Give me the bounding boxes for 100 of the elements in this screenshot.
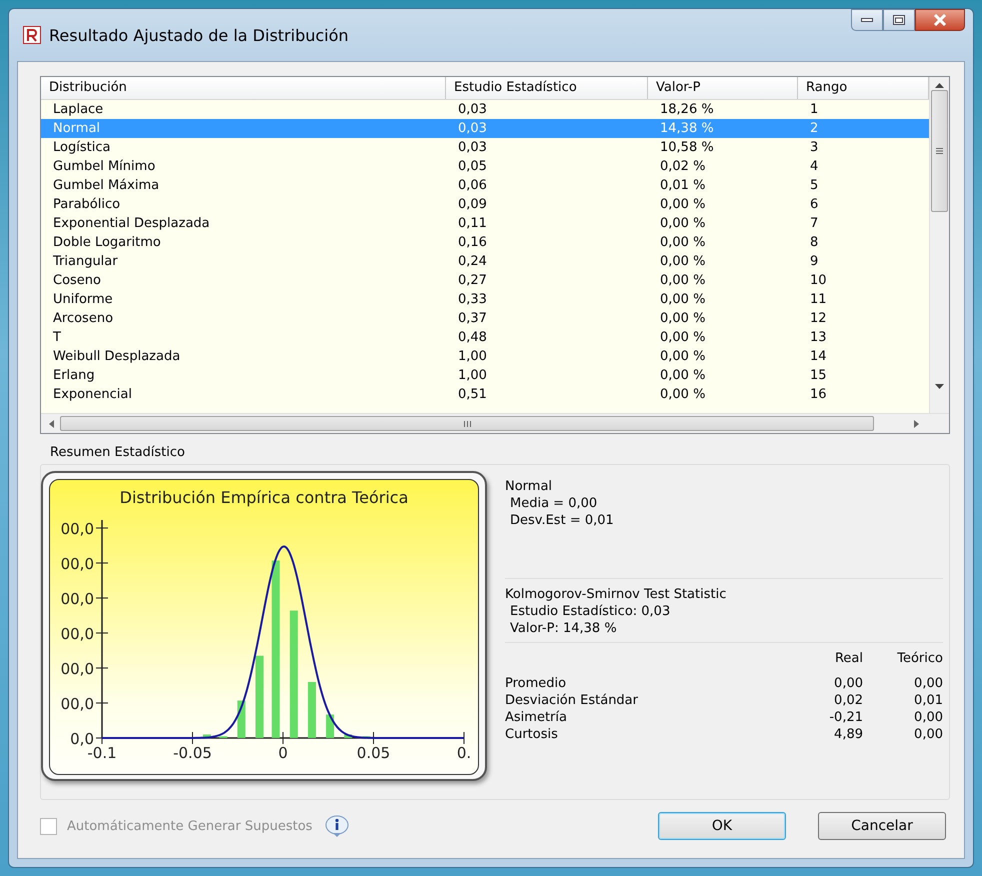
table-row[interactable]: Weibull Desplazada 1,00 0,00 % 14 <box>41 347 929 366</box>
maximize-icon <box>893 15 905 25</box>
table-cell-text: 3 <box>809 139 820 157</box>
column-header[interactable]: Distribución <box>41 77 446 99</box>
table-cell-text: 7 <box>809 215 820 233</box>
table-cell-text: 14 <box>809 348 828 366</box>
table-cell-text: 0,11 <box>457 215 488 233</box>
table-cell-text: 0,37 <box>457 310 488 328</box>
minimize-icon <box>861 17 873 23</box>
table-cell-text: 0,00 % <box>659 196 706 214</box>
table-cell-text: 1,00 <box>457 348 488 366</box>
table-cell-text: Erlang <box>52 367 96 385</box>
table-cell-text: Exponencial <box>52 386 133 404</box>
table-row[interactable]: Parabólico 0,09 0,00 % 6 <box>41 195 929 214</box>
table-row[interactable]: Triangular 0,24 0,00 % 9 <box>41 252 929 271</box>
stat-value: 0,00 <box>913 710 943 725</box>
table-cell-text: 14,38 % <box>659 120 715 138</box>
y-tick-label: 00,0 <box>60 695 94 713</box>
x-tick-label: 0.05 <box>356 744 390 762</box>
vertical-scrollbar[interactable] <box>929 77 949 413</box>
table-row[interactable]: Exponential Desplazada 0,11 0,00 % 7 <box>41 214 929 233</box>
table-row[interactable]: Logística 0,03 10,58 % 3 <box>41 138 929 157</box>
table-cell-text: Uniforme <box>52 291 114 309</box>
table-row[interactable]: Doble Logaritmo 0,16 0,00 % 8 <box>41 233 929 252</box>
table-cell-text: 9 <box>809 253 820 271</box>
cancel-button[interactable]: Cancelar <box>818 812 946 840</box>
table-cell-text: Exponential Desplazada <box>52 215 211 233</box>
table-cell-text: 0,09 <box>457 196 488 214</box>
info-icon[interactable] <box>324 815 350 837</box>
table-cell-text: 0,00 % <box>659 291 706 309</box>
histogram-bar <box>344 734 352 738</box>
table-cell-text: 0,00 % <box>659 367 706 385</box>
table-cell-text: Laplace <box>52 101 104 119</box>
table-cell-text: Arcoseno <box>52 310 114 328</box>
table-cell-text: Triangular <box>52 253 119 271</box>
table-cell-text: 0,00 % <box>659 215 706 233</box>
table-cell-text: 16 <box>809 386 828 404</box>
table-cell-text: 8 <box>809 234 820 252</box>
table-cell-text: 13 <box>809 329 828 347</box>
stat-label: Curtosis <box>505 727 559 742</box>
column-header[interactable]: Valor-P <box>648 77 798 99</box>
table-cell-text: 1 <box>809 101 820 119</box>
table-row[interactable]: Gumbel Máxima 0,06 0,01 % 5 <box>41 176 929 195</box>
table-cell-text: 1,00 <box>457 367 488 385</box>
stat-value: 0,00 <box>833 676 863 691</box>
table-cell-text: Parabólico <box>52 196 122 214</box>
stat-value: 4,89 <box>833 727 863 742</box>
horizontal-scrollbar[interactable] <box>41 413 949 433</box>
ok-button[interactable]: OK <box>658 812 786 840</box>
table-cell-text: 0,03 <box>457 120 488 138</box>
table-row[interactable]: Coseno 0,27 0,00 % 10 <box>41 271 929 290</box>
y-tick-label: 00,0 <box>60 520 94 538</box>
y-tick-label: 00,0 <box>60 590 94 608</box>
table-row[interactable]: Laplace 0,03 18,26 % 1 <box>41 100 929 119</box>
table-row[interactable]: Uniforme 0,33 0,00 % 11 <box>41 290 929 309</box>
stat-label: Promedio <box>505 676 568 691</box>
table-cell-text: 0,02 % <box>659 158 706 176</box>
table-cell-text: Normal <box>52 120 102 138</box>
table-row[interactable]: Erlang 1,00 0,00 % 15 <box>41 366 929 385</box>
table-cell-text: Gumbel Máxima <box>52 177 160 195</box>
table-cell-text: 15 <box>809 367 828 385</box>
table-cell-text: 10 <box>809 272 828 290</box>
stat-value: -0,21 <box>828 710 863 725</box>
group-title: Resumen Estadístico <box>49 444 186 462</box>
scroll-left-icon <box>49 420 54 428</box>
stat-label: Asimetría <box>505 710 568 725</box>
x-tick-label: -0.05 <box>173 744 212 762</box>
grip-icon <box>464 420 470 426</box>
histogram-bar <box>202 734 211 738</box>
table-cell-text: Logística <box>52 139 112 157</box>
table-cell-text: Weibull Desplazada <box>52 348 182 366</box>
table-cell-text: 0,16 <box>457 234 488 252</box>
table-cell-text: 11 <box>809 291 828 309</box>
minimize-button[interactable] <box>851 9 883 31</box>
column-header[interactable]: Estudio Estadístico <box>446 77 648 99</box>
app-logo-icon <box>23 26 41 44</box>
table-cell-text: 0,48 <box>457 329 488 347</box>
table-cell-text: 10,58 % <box>659 139 715 157</box>
table-cell-text: 0,00 % <box>659 272 706 290</box>
table-cell-text: 0,33 <box>457 291 488 309</box>
table-cell-text: 2 <box>809 120 820 138</box>
table-cell-text: 0,27 <box>457 272 488 290</box>
table-cell-text: 0,24 <box>457 253 488 271</box>
table-cell-text: 0,00 % <box>659 310 706 328</box>
table-cell-text: 0,00 % <box>659 329 706 347</box>
close-button[interactable] <box>915 9 965 31</box>
y-tick-label: 00,0 <box>60 555 94 573</box>
test-title: Kolmogorov-Smirnov Test Statistic <box>505 587 728 602</box>
table-row[interactable]: Arcoseno 0,37 0,00 % 12 <box>41 309 929 328</box>
maximize-button[interactable] <box>883 9 915 31</box>
table-row[interactable]: Exponencial 0,51 0,00 % 16 <box>41 385 929 404</box>
table-cell-text: 5 <box>809 177 820 195</box>
test-result: Valor-P: 14,38 % <box>509 621 618 636</box>
stat-value: 0,02 <box>833 693 863 708</box>
close-icon <box>933 14 947 26</box>
table-cell-text: 0,06 <box>457 177 488 195</box>
table-row[interactable]: T 0,48 0,00 % 13 <box>41 328 929 347</box>
table-cell-text: 0,00 % <box>659 234 706 252</box>
table-cell-text: 0,00 % <box>659 386 706 404</box>
table-row[interactable]: Gumbel Mínimo 0,05 0,02 % 4 <box>41 157 929 176</box>
